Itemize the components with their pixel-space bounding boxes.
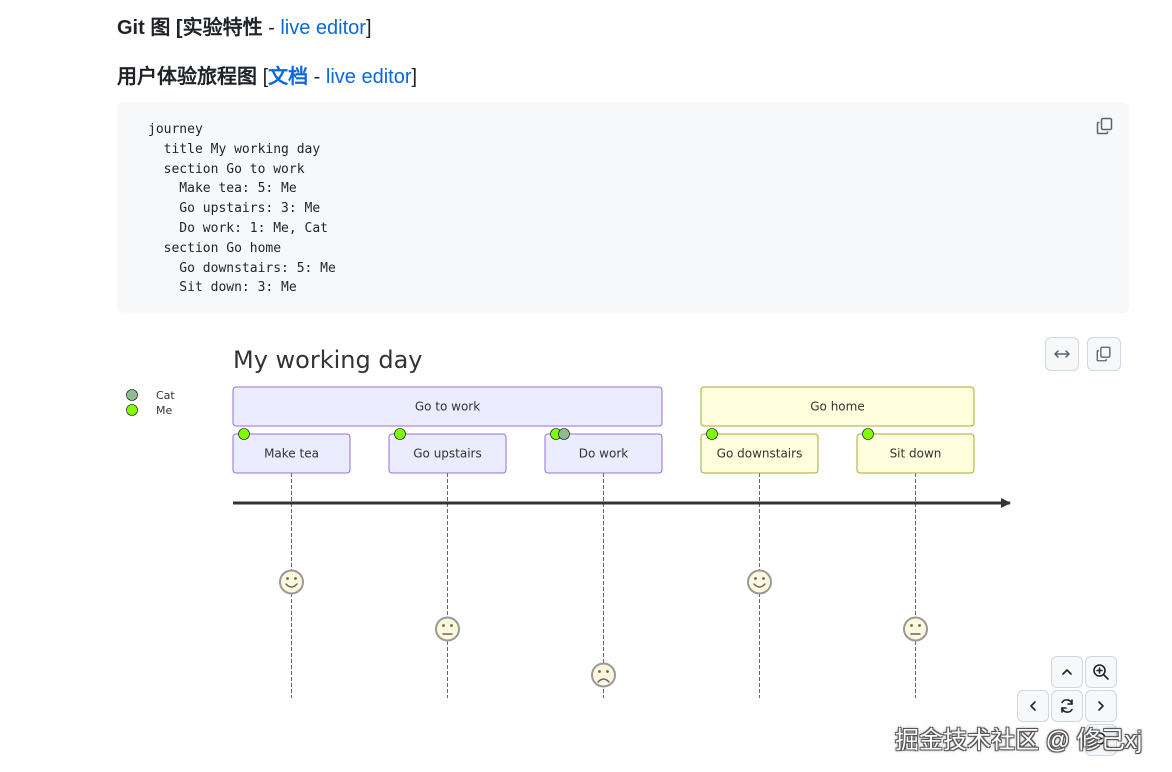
legend: Cat Me: [126, 389, 175, 417]
task-label: Do work: [579, 447, 628, 461]
score-face: [903, 616, 928, 642]
reset-view-button[interactable]: [1051, 690, 1083, 722]
score-face: [435, 616, 460, 642]
legend-label: Me: [156, 404, 172, 417]
score-face: [747, 569, 772, 595]
task-label: Sit down: [890, 447, 942, 461]
actor-dot: [558, 428, 570, 440]
pan-left-button[interactable]: [1017, 690, 1049, 722]
chevron-up-icon: [1062, 669, 1072, 675]
zoom-in-button[interactable]: [1085, 656, 1117, 688]
copy-icon: [1096, 346, 1111, 362]
pan-right-button[interactable]: [1085, 690, 1117, 722]
legend-label: Cat: [156, 389, 175, 402]
tasks: Make tea Go upstairs Do work Go downstairs S…: [232, 428, 975, 474]
copy-diagram-button[interactable]: [1087, 337, 1121, 371]
fullscreen-button[interactable]: [1045, 337, 1079, 371]
score-face: [591, 662, 616, 688]
zoom-in-icon: [1093, 664, 1109, 680]
pan-up-button[interactable]: [1051, 656, 1083, 688]
score-face: [279, 569, 304, 595]
task-label: Go upstairs: [413, 447, 482, 461]
chevron-right-icon: [1098, 701, 1104, 711]
journey-diagram: My working day Cat Me Go to work Go home M…: [126, 346, 1011, 698]
expand-horizontal-icon: [1054, 350, 1070, 358]
section-label: Go home: [810, 400, 864, 414]
task-label: Go downstairs: [717, 447, 803, 461]
zoom-out-button[interactable]: [1085, 724, 1117, 756]
reset-icon: [1061, 699, 1073, 713]
actor-dot: [394, 428, 406, 440]
legend-dot: [126, 389, 138, 401]
sections: Go to work Go home: [232, 386, 975, 427]
actor-dot: [706, 428, 718, 440]
diagram-title: My working day: [233, 346, 423, 374]
actor-dot: [862, 428, 874, 440]
legend-dot: [126, 404, 138, 416]
actor-dot: [238, 428, 250, 440]
zoom-out-icon: [1093, 732, 1109, 748]
chevron-left-icon: [1030, 701, 1036, 711]
section-label: Go to work: [415, 400, 480, 414]
task-label: Make tea: [264, 447, 319, 461]
